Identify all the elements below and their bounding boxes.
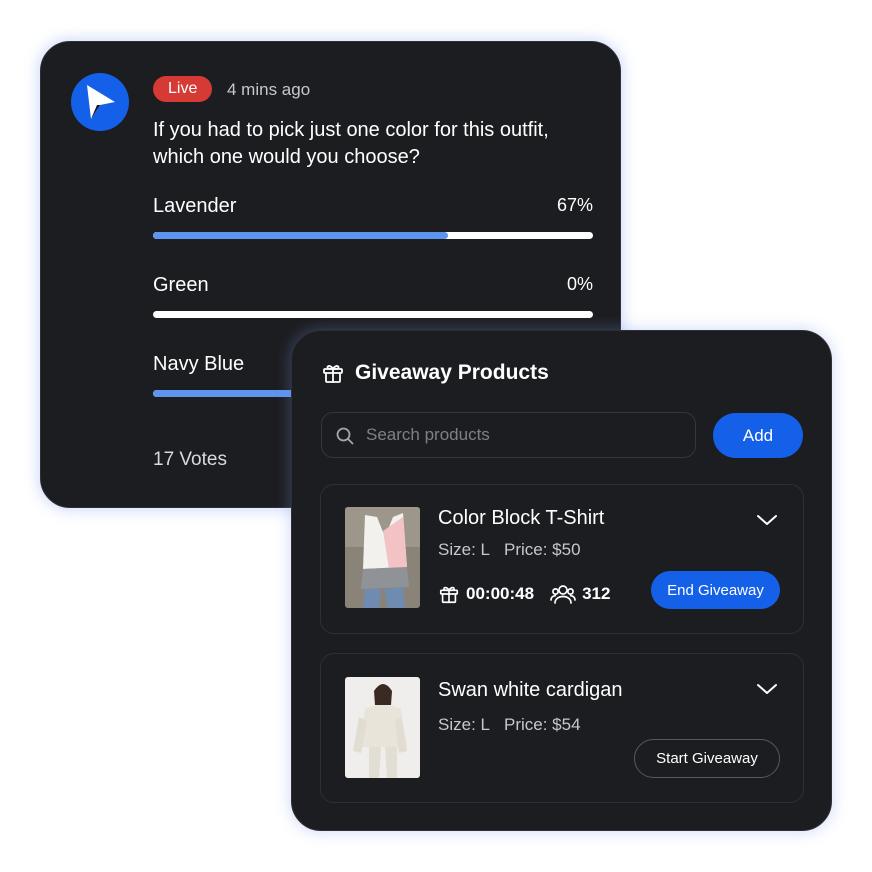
giveaway-panel: Giveaway Products Add Color Block T-Shir…	[291, 330, 832, 831]
gift-icon	[439, 586, 459, 604]
giveaway-stats: 00:00:48 312	[438, 583, 610, 605]
poll-option-bar	[153, 232, 593, 239]
product-size: Size: L	[438, 540, 490, 559]
product-price: Price: $54	[503, 715, 581, 734]
chevron-down-icon[interactable]	[755, 512, 779, 528]
search-icon	[336, 427, 354, 445]
cursor-logo-icon	[87, 85, 115, 119]
poll-option-percent: 67%	[556, 195, 593, 215]
participant-count: 312	[582, 584, 611, 603]
vote-count: 17 Votes	[153, 449, 227, 470]
panel-title: Giveaway Products	[355, 361, 549, 384]
product-card[interactable]: Color Block T-Shirt Size: L Price: $50 00…	[320, 484, 804, 634]
participants: 312	[550, 583, 610, 605]
timer-value: 00:00:48	[466, 584, 535, 603]
poll-option-bar-fill	[153, 390, 299, 397]
gift-icon	[323, 365, 343, 383]
product-name: Color Block T-Shirt	[438, 507, 605, 529]
live-badge: Live	[153, 76, 213, 102]
product-image	[345, 507, 420, 608]
poll-option-percent: 0%	[566, 274, 593, 294]
add-button[interactable]: Add	[713, 413, 803, 458]
post-timestamp: 4 mins ago	[227, 80, 311, 99]
search-field[interactable]	[321, 412, 696, 458]
product-price: Price: $50	[503, 540, 581, 559]
avatar[interactable]	[71, 73, 129, 131]
poll-option-bar	[153, 311, 593, 318]
start-giveaway-button[interactable]: Start Giveaway	[634, 739, 780, 778]
product-image	[345, 677, 420, 778]
poll-option-label: Green	[153, 274, 209, 296]
chevron-down-icon[interactable]	[755, 681, 779, 697]
users-icon	[550, 585, 576, 604]
end-giveaway-button[interactable]: End Giveaway	[651, 571, 780, 609]
timer: 00:00:48	[438, 583, 534, 605]
product-meta: Size: L Price: $50	[438, 540, 581, 560]
product-size: Size: L	[438, 715, 490, 734]
product-name: Swan white cardigan	[438, 679, 623, 701]
giveaway-header: Giveaway Products	[321, 361, 549, 385]
poll-option-bar-fill	[153, 232, 448, 239]
poll-option-label: Lavender	[153, 195, 237, 217]
poll-option-label: Navy Blue	[153, 353, 245, 375]
product-meta: Size: L Price: $54	[438, 715, 581, 735]
search-input[interactable]	[366, 413, 686, 457]
poll-question: If you had to pick just one color for th…	[153, 119, 549, 168]
product-card[interactable]: Swan white cardigan Size: L Price: $54 St…	[320, 653, 804, 803]
